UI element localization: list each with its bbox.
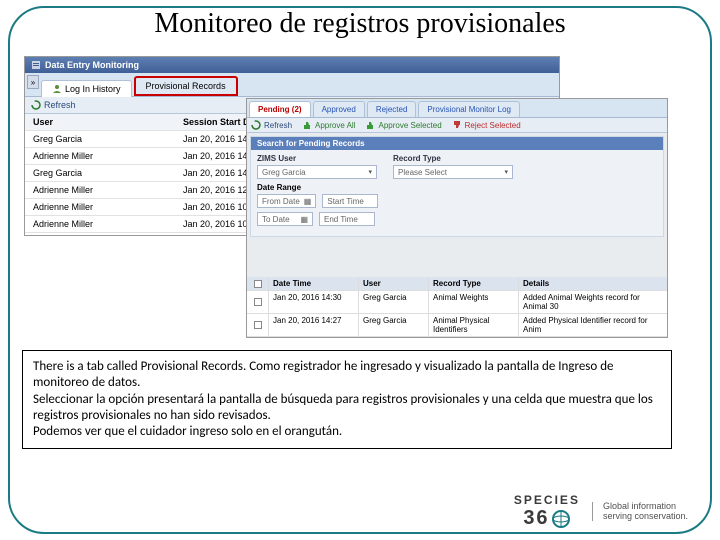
window-title: Data Entry Monitoring <box>45 60 139 70</box>
cell-user: Adrienne Miller <box>25 199 175 215</box>
login-icon <box>52 84 62 94</box>
col-user[interactable]: User <box>359 277 429 290</box>
label: Approve Selected <box>378 121 441 130</box>
to-date-input[interactable]: To Date ▦ <box>257 212 313 226</box>
label: Approve All <box>315 121 355 130</box>
table-row[interactable]: Jan 20, 2016 14:30 Greg Garcia Animal We… <box>247 291 667 314</box>
type-select[interactable]: Please Select ▾ <box>393 165 513 179</box>
pending-grid: Date Time User Record Type Details Jan 2… <box>247 277 667 337</box>
approve-all-button[interactable]: Approve All <box>302 120 355 130</box>
col-user[interactable]: User <box>25 114 175 130</box>
caption-p1: There is a tab called Provisional Record… <box>33 359 661 392</box>
footer: SPECIES 36 Global information serving co… <box>514 493 688 530</box>
cell-user: Greg Garcia <box>359 291 429 313</box>
start-time-input[interactable]: Start Time <box>322 194 378 208</box>
col-details[interactable]: Details <box>519 277 667 290</box>
from-date-input[interactable]: From Date ▦ <box>257 194 316 208</box>
thumbs-down-icon <box>452 120 462 130</box>
tab-monitor-log[interactable]: Provisional Monitor Log <box>418 101 520 117</box>
select-value: Greg Garcia <box>262 168 306 177</box>
calendar-icon: ▦ <box>304 197 312 206</box>
reject-selected-button[interactable]: Reject Selected <box>452 120 521 130</box>
chevron-down-icon: ▾ <box>504 168 508 176</box>
cell-user: Adrienne Miller <box>25 216 175 232</box>
refresh-icon <box>31 100 41 110</box>
cell-user: Greg Garcia <box>359 314 429 336</box>
cell-type: Animal Weights <box>429 291 519 313</box>
thumbs-up-icon <box>365 120 375 130</box>
refresh-button[interactable]: Refresh <box>31 100 76 110</box>
cell-user: Greg Garcia <box>25 165 175 181</box>
cell-date: Jan 20, 2016 14:27 <box>269 314 359 336</box>
col-type[interactable]: Record Type <box>429 277 519 290</box>
select-value: Please Select <box>398 168 447 177</box>
checkbox-icon <box>254 298 262 306</box>
table-row[interactable]: Jan 20, 2016 14:27 Greg Garcia Animal Ph… <box>247 314 667 337</box>
cell-date: Jan 20, 2016 14:30 <box>269 291 359 313</box>
search-panel: Search for Pending Records ZIMS User Gre… <box>250 136 664 237</box>
cell-type: Animal Physical Identifiers <box>429 314 519 336</box>
cell-user: Adrienne Miller <box>25 148 175 164</box>
tab-approved[interactable]: Approved <box>313 101 365 117</box>
caption-box: There is a tab called Provisional Record… <box>22 350 672 449</box>
slide-title: Monitoreo de registros provisionales <box>0 0 720 44</box>
search-title: Search for Pending Records <box>251 137 663 150</box>
caption-p2: Seleccionar la opción presentará la pant… <box>33 392 661 425</box>
end-time-input[interactable]: End Time <box>319 212 375 226</box>
cell-details: Added Animal Weights record for Animal 3… <box>519 291 667 313</box>
checkbox-icon <box>254 280 262 288</box>
cell-user: Adrienne Miller <box>25 182 175 198</box>
col-checkbox[interactable] <box>247 277 269 290</box>
titlebar: Data Entry Monitoring <box>25 57 559 73</box>
row-checkbox[interactable] <box>247 314 269 336</box>
cell-user: Greg Garcia <box>25 131 175 147</box>
refresh-icon <box>251 120 261 130</box>
app-icon <box>31 60 41 70</box>
brand-top: SPECIES <box>514 493 580 507</box>
species360-logo: SPECIES 36 <box>514 493 580 530</box>
toolbar2: Refresh Approve All Approve Selected Rej… <box>247 118 667 133</box>
type-label: Record Type <box>393 154 513 163</box>
row-checkbox[interactable] <box>247 291 269 313</box>
tab-label: Provisional Records <box>146 81 226 91</box>
tab-provisional-records[interactable]: Provisional Records <box>134 76 238 96</box>
globe-icon <box>551 509 571 529</box>
tab-pending[interactable]: Pending (2) <box>249 101 311 117</box>
tab-login-history[interactable]: Log In History <box>41 80 132 97</box>
main-tabs: Log In History Provisional Records <box>25 73 559 97</box>
label: Reject Selected <box>465 121 521 130</box>
cell-user: Adrienne Miller <box>25 233 175 236</box>
checkbox-icon <box>254 321 262 329</box>
subtabs: Pending (2) Approved Rejected Provisiona… <box>247 99 667 118</box>
placeholder: From Date <box>262 197 300 206</box>
approve-selected-button[interactable]: Approve Selected <box>365 120 441 130</box>
tab-label: Log In History <box>65 84 121 94</box>
caption-p3: Podemos ver que el cuidador ingreso solo… <box>33 424 661 440</box>
refresh-label: Refresh <box>44 100 76 110</box>
calendar-icon: ▦ <box>300 215 308 224</box>
user-label: ZIMS User <box>257 154 377 163</box>
tab-rejected[interactable]: Rejected <box>367 101 417 117</box>
refresh-button[interactable]: Refresh <box>251 120 292 130</box>
chevron-down-icon: ▾ <box>368 168 372 176</box>
expand-button[interactable]: » <box>27 75 39 89</box>
placeholder: To Date <box>262 215 290 224</box>
tagline: Global information serving conservation. <box>592 502 688 522</box>
date-range-label: Date Range <box>257 183 657 192</box>
cell-details: Added Physical Identifier record for Ani… <box>519 314 667 336</box>
user-select[interactable]: Greg Garcia ▾ <box>257 165 377 179</box>
brand-number: 36 <box>523 507 549 530</box>
thumbs-up-icon <box>302 120 312 130</box>
col-date[interactable]: Date Time <box>269 277 359 290</box>
grid-header: Date Time User Record Type Details <box>247 277 667 291</box>
tag2: serving conservation. <box>603 512 688 522</box>
label: Refresh <box>264 121 292 130</box>
provisional-panel: Pending (2) Approved Rejected Provisiona… <box>246 98 668 338</box>
